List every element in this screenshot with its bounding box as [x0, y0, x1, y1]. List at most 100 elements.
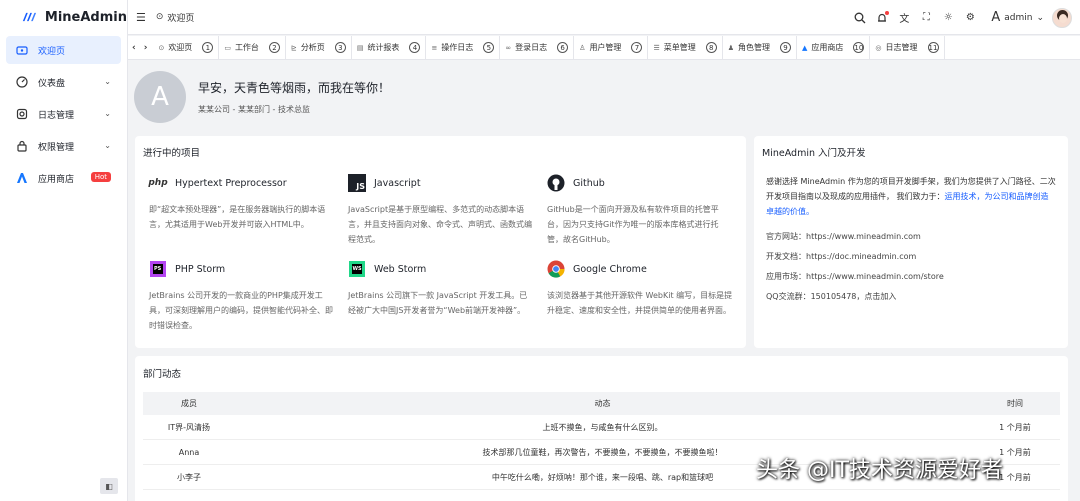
project-name: Javascript [374, 177, 421, 189]
project-name: Github [573, 177, 605, 189]
user-menu[interactable]: A admin ⌄ [991, 10, 1044, 25]
project-item[interactable]: Github GitHub是一个面向开源及私有软件项目的托管平台，因为只支持Gi… [541, 166, 740, 252]
store-line[interactable]: 应用市场：https://www.mineadmin.com/store [766, 269, 1056, 284]
tab-number: 11 [927, 42, 939, 53]
app-logo[interactable]: MineAdmin [0, 0, 127, 34]
bell-icon[interactable] [875, 10, 890, 25]
tab-label: 统计报表 [367, 43, 400, 52]
breadcrumb-item[interactable]: 欢迎页 [167, 11, 194, 24]
chevron-left-icon[interactable]: ‹ [132, 43, 136, 53]
log-icon [16, 108, 28, 120]
welcome-banner: A 早安，天青色等烟雨，而我在等你！ 某某公司 - 某某部门 - 技术总监 [134, 66, 1068, 128]
tab-operation-log[interactable]: ≡ 操作日志 5 [426, 36, 501, 59]
webstorm-icon: WS [348, 260, 366, 278]
log-icon: ◎ [875, 43, 882, 52]
project-item[interactable]: PS PHP Storm JetBrains 公司开发的一款商业的PHP集成开发… [143, 252, 342, 338]
app-name: MineAdmin [44, 9, 127, 25]
tab-workbench[interactable]: ▭ 工作台 2 [219, 36, 286, 59]
tab-number: 9 [780, 42, 791, 53]
tab-label: 登录日志 [515, 43, 548, 52]
intro-card: MineAdmin 入门及开发 感谢选择 MineAdmin 作为您的项目开发脚… [754, 136, 1068, 348]
tab-bar: ‹ › ⊙ 欢迎页 1 ▭ 工作台 2 ⊵ 分析页 3 ▤ 统计报表 4 ≡ 操作日志 5 ∞ 登录日… [128, 36, 1080, 60]
sidebar-item-label: 权限管理 [38, 142, 75, 153]
project-desc: GitHub是一个面向开源及私有软件项目的托管平台，因为只支持Git作为唯一的版… [547, 205, 719, 244]
project-item[interactable]: WS Web Storm JetBrains 公司旗下一款 JavaScript… [342, 252, 541, 338]
sidebar-item-logs[interactable]: 日志管理 ⌄ [6, 100, 121, 128]
avatar[interactable] [1052, 7, 1072, 28]
sidebar-item-label: 应用商店 [38, 174, 75, 185]
chrome-icon [547, 260, 565, 278]
sidebar-item-dashboard[interactable]: 仪表盘 ⌄ [6, 68, 121, 96]
fullscreen-icon[interactable]: ⛶ [919, 11, 933, 25]
tab-number: 6 [557, 42, 569, 53]
sidebar-item-label: 日志管理 [38, 110, 75, 121]
tab-label: 分析页 [300, 43, 325, 52]
project-item[interactable]: php Hypertext Preprocessor 即“超文本预处理器”，是在… [143, 166, 342, 252]
chevron-right-icon[interactable]: › [144, 43, 148, 53]
column-header: 动态 [594, 399, 611, 408]
tab-welcome[interactable]: ⊙ 欢迎页 1 [153, 36, 220, 59]
sidebar-item-app-store[interactable]: 应用商店 Hot [6, 164, 121, 192]
table-header: 成员 动态 时间 [143, 392, 1060, 415]
chevron-down-icon: ⌄ [104, 141, 111, 150]
member-cell: IT界-风清扬 [167, 422, 211, 432]
tab-number: 10 [853, 42, 865, 53]
tab-statistics[interactable]: ▤ 统计报表 4 [352, 36, 427, 59]
tab-app-store[interactable]: ▲ 应用商店 10 [797, 36, 871, 59]
project-item[interactable]: Google Chrome 该浏览器基于其他开源软件 WebKit 编写，目标是… [541, 252, 740, 338]
chevron-down-icon: ⌄ [1036, 12, 1044, 23]
tab-users[interactable]: ♙ 用户管理 7 [574, 36, 649, 59]
activity-cell: 上班不摸鱼，与咸鱼有什么区别。 [542, 422, 663, 432]
sidebar-menu: 欢迎页 仪表盘 ⌄ 日志管理 ⌄ 权限管理 ⌄ 应用商店 Hot [0, 36, 127, 192]
sidebar-item-label: 仪表盘 [38, 78, 66, 89]
card-title: 进行中的项目 [143, 148, 201, 159]
project-name: PHP Storm [175, 263, 226, 275]
menu-fold-icon[interactable]: ☰ [136, 11, 146, 24]
column-header: 成员 [181, 399, 197, 408]
tab-menus[interactable]: ☰ 菜单管理 8 [648, 36, 723, 59]
project-name: Web Storm [374, 263, 427, 275]
tab-analysis[interactable]: ⊵ 分析页 3 [286, 36, 352, 59]
tab-number: 2 [268, 42, 280, 53]
project-desc: JetBrains 公司旗下一款 JavaScript 开发工具。已经被广大中国… [348, 291, 528, 315]
translate-icon[interactable]: 文 [897, 11, 911, 25]
tab-number: 3 [334, 42, 346, 53]
sun-icon[interactable]: ☼ [941, 11, 955, 25]
settings-icon[interactable]: ⚙ [963, 11, 977, 25]
column-header: 时间 [1007, 399, 1023, 408]
member-cell: 小李子 [177, 472, 201, 482]
report-icon: ▤ [356, 43, 364, 52]
tab-login-log[interactable]: ∞ 登录日志 6 [500, 36, 575, 59]
official-site-line[interactable]: 官方网站：https://www.mineadmin.com [766, 229, 1056, 244]
sidebar-collapse-button[interactable]: ◧ [100, 478, 118, 494]
sidebar-item-label: 欢迎页 [38, 46, 66, 57]
breadcrumb: ⊙ 欢迎页 [156, 11, 195, 24]
chevron-down-icon: ⌄ [104, 77, 111, 86]
chevron-down-icon: ⌄ [104, 109, 111, 118]
php-icon: php [148, 178, 168, 188]
docs-line[interactable]: 开发文档：https://doc.mineadmin.com [766, 249, 1056, 264]
tab-log-management[interactable]: ◎ 日志管理 11 [870, 36, 945, 59]
tab-number: 7 [631, 42, 643, 53]
tab-label: 操作日志 [441, 43, 474, 52]
tab-label: 角色管理 [738, 43, 770, 52]
hot-badge: Hot [90, 172, 111, 182]
role-icon: ♟ [727, 43, 734, 52]
sidebar-item-welcome[interactable]: 欢迎页 [6, 36, 121, 64]
qq-group-line[interactable]: QQ交流群：150105478，点击加入 [766, 289, 1056, 304]
search-icon[interactable] [853, 11, 867, 25]
sidebar-item-permissions[interactable]: 权限管理 ⌄ [6, 132, 121, 160]
tab-label: 应用商店 [811, 43, 844, 52]
gauge-icon [16, 76, 28, 88]
project-item[interactable]: JS Javascript JavaScript是基于原型编程、多范式的动态脚本… [342, 166, 541, 252]
tab-roles[interactable]: ♟ 角色管理 9 [723, 36, 797, 59]
tab-label: 日志管理 [885, 43, 918, 52]
menu-icon: ☰ [653, 43, 660, 52]
tab-scroll-controls: ‹ › [128, 43, 153, 53]
app-store-icon [16, 172, 28, 184]
list-icon: ≡ [431, 43, 438, 52]
home-icon: ⊙ [155, 12, 164, 22]
tab-number: 1 [202, 42, 214, 53]
tab-number: 4 [409, 42, 421, 53]
tab-label: 工作台 [234, 43, 259, 52]
